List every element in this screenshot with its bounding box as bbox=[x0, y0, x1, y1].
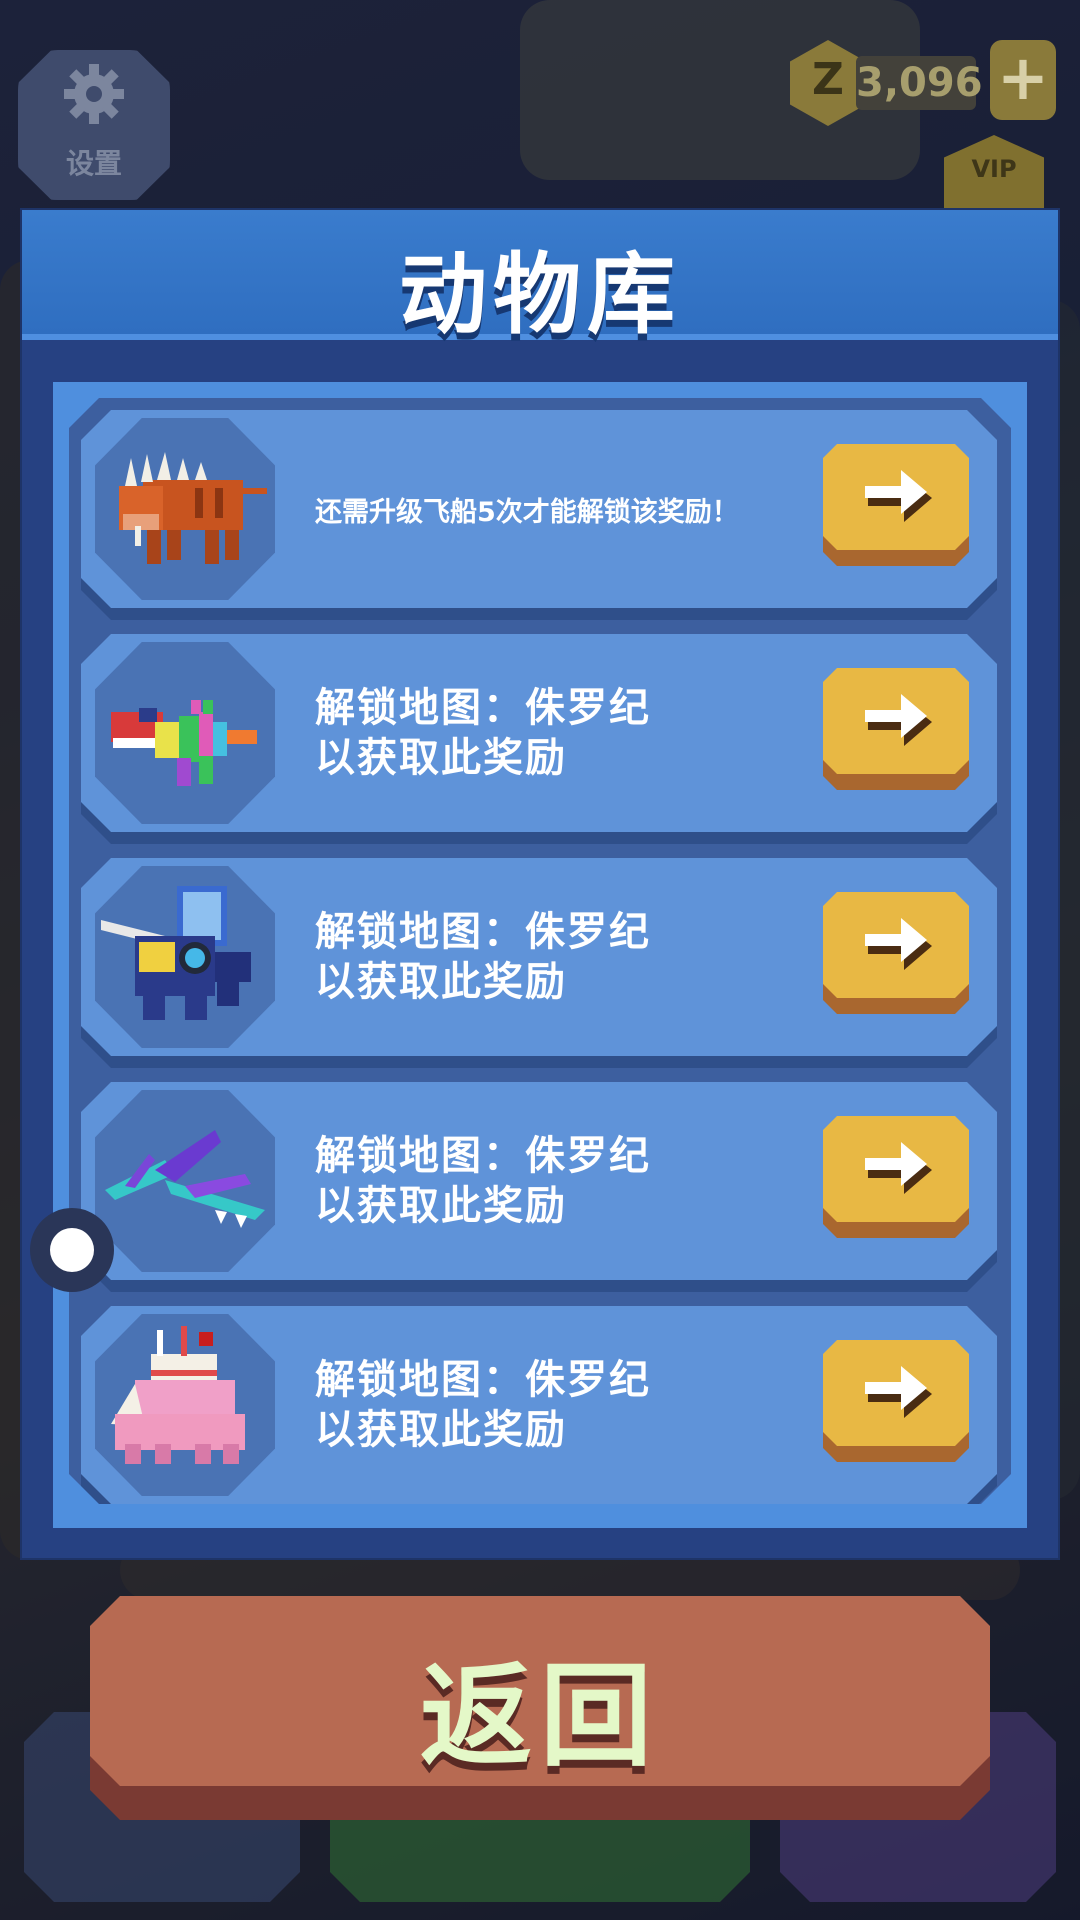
armored-knight-beast-icon bbox=[95, 866, 275, 1048]
gear-icon bbox=[64, 64, 124, 124]
go-button[interactable] bbox=[823, 444, 969, 566]
touch-indicator bbox=[30, 1208, 114, 1292]
arrow-right-icon bbox=[861, 916, 933, 976]
list-item: 解锁地图：侏罗纪 以获取此奖励 bbox=[81, 634, 997, 832]
go-button[interactable] bbox=[823, 1116, 969, 1238]
settings-label: 设置 bbox=[65, 147, 122, 180]
go-button[interactable] bbox=[823, 892, 969, 1014]
reward-requirement-text: 解锁地图：侏罗纪 以获取此奖励 bbox=[315, 685, 651, 781]
reward-list[interactable]: 还需升级飞船5次才能解锁该奖励！ 解锁地图：侏罗纪 以获取此奖励 解锁地图：侏罗… bbox=[69, 398, 1011, 1504]
list-item: 还需升级飞船5次才能解锁该奖励！ bbox=[81, 410, 997, 608]
dialog-title: 动物库 bbox=[398, 243, 681, 346]
back-button-label: 返回 bbox=[420, 1652, 660, 1782]
vip-label: VIP bbox=[971, 155, 1017, 183]
settings-button[interactable]: 设置 bbox=[18, 50, 170, 200]
list-item: 解锁地图：侏罗纪 以获取此奖励 bbox=[81, 1306, 997, 1504]
rainbow-raptor-icon bbox=[95, 642, 275, 824]
arrow-right-icon bbox=[861, 1140, 933, 1200]
coin-icon: Z bbox=[790, 40, 866, 126]
reward-requirement-text: 解锁地图：侏罗纪 以获取此奖励 bbox=[315, 1133, 651, 1229]
currency-amount: 3,096 bbox=[856, 56, 983, 110]
list-item: 解锁地图：侏罗纪 以获取此奖励 bbox=[81, 858, 997, 1056]
arrow-right-icon bbox=[861, 468, 933, 528]
currency-bar: Z 3,096 + bbox=[790, 40, 1056, 130]
orange-spiked-lion-icon bbox=[95, 418, 275, 600]
animal-thumbnail bbox=[95, 418, 275, 600]
go-button[interactable] bbox=[823, 1340, 969, 1462]
reward-list-panel: 还需升级飞船5次才能解锁该奖励！ 解锁地图：侏罗纪 以获取此奖励 解锁地图：侏罗… bbox=[53, 382, 1027, 1528]
animal-thumbnail bbox=[95, 642, 275, 824]
animal-thumbnail bbox=[95, 1090, 275, 1272]
arrow-right-icon bbox=[861, 692, 933, 752]
reward-requirement-text: 还需升级飞船5次才能解锁该奖励！ bbox=[315, 496, 739, 528]
animal-library-dialog: 动物库 还需升级飞船5次才能解锁该奖励！ 解锁地图：侏罗纪 以获取此奖励 解锁地… bbox=[22, 210, 1058, 1558]
back-button[interactable]: 返回 bbox=[90, 1596, 990, 1820]
add-currency-button[interactable]: + bbox=[990, 40, 1056, 120]
dialog-header: 动物库 bbox=[22, 210, 1058, 346]
cake-stegosaurus-icon bbox=[95, 1314, 275, 1496]
reward-requirement-text: 解锁地图：侏罗纪 以获取此奖励 bbox=[315, 909, 651, 1005]
animal-thumbnail bbox=[95, 866, 275, 1048]
go-button[interactable] bbox=[823, 668, 969, 790]
reward-requirement-text: 解锁地图：侏罗纪 以获取此奖励 bbox=[315, 1357, 651, 1453]
animal-thumbnail bbox=[95, 1314, 275, 1496]
list-item: 解锁地图：侏罗纪 以获取此奖励 bbox=[81, 1082, 997, 1280]
arrow-right-icon bbox=[861, 1364, 933, 1424]
teal-pterosaur-icon bbox=[95, 1090, 275, 1272]
